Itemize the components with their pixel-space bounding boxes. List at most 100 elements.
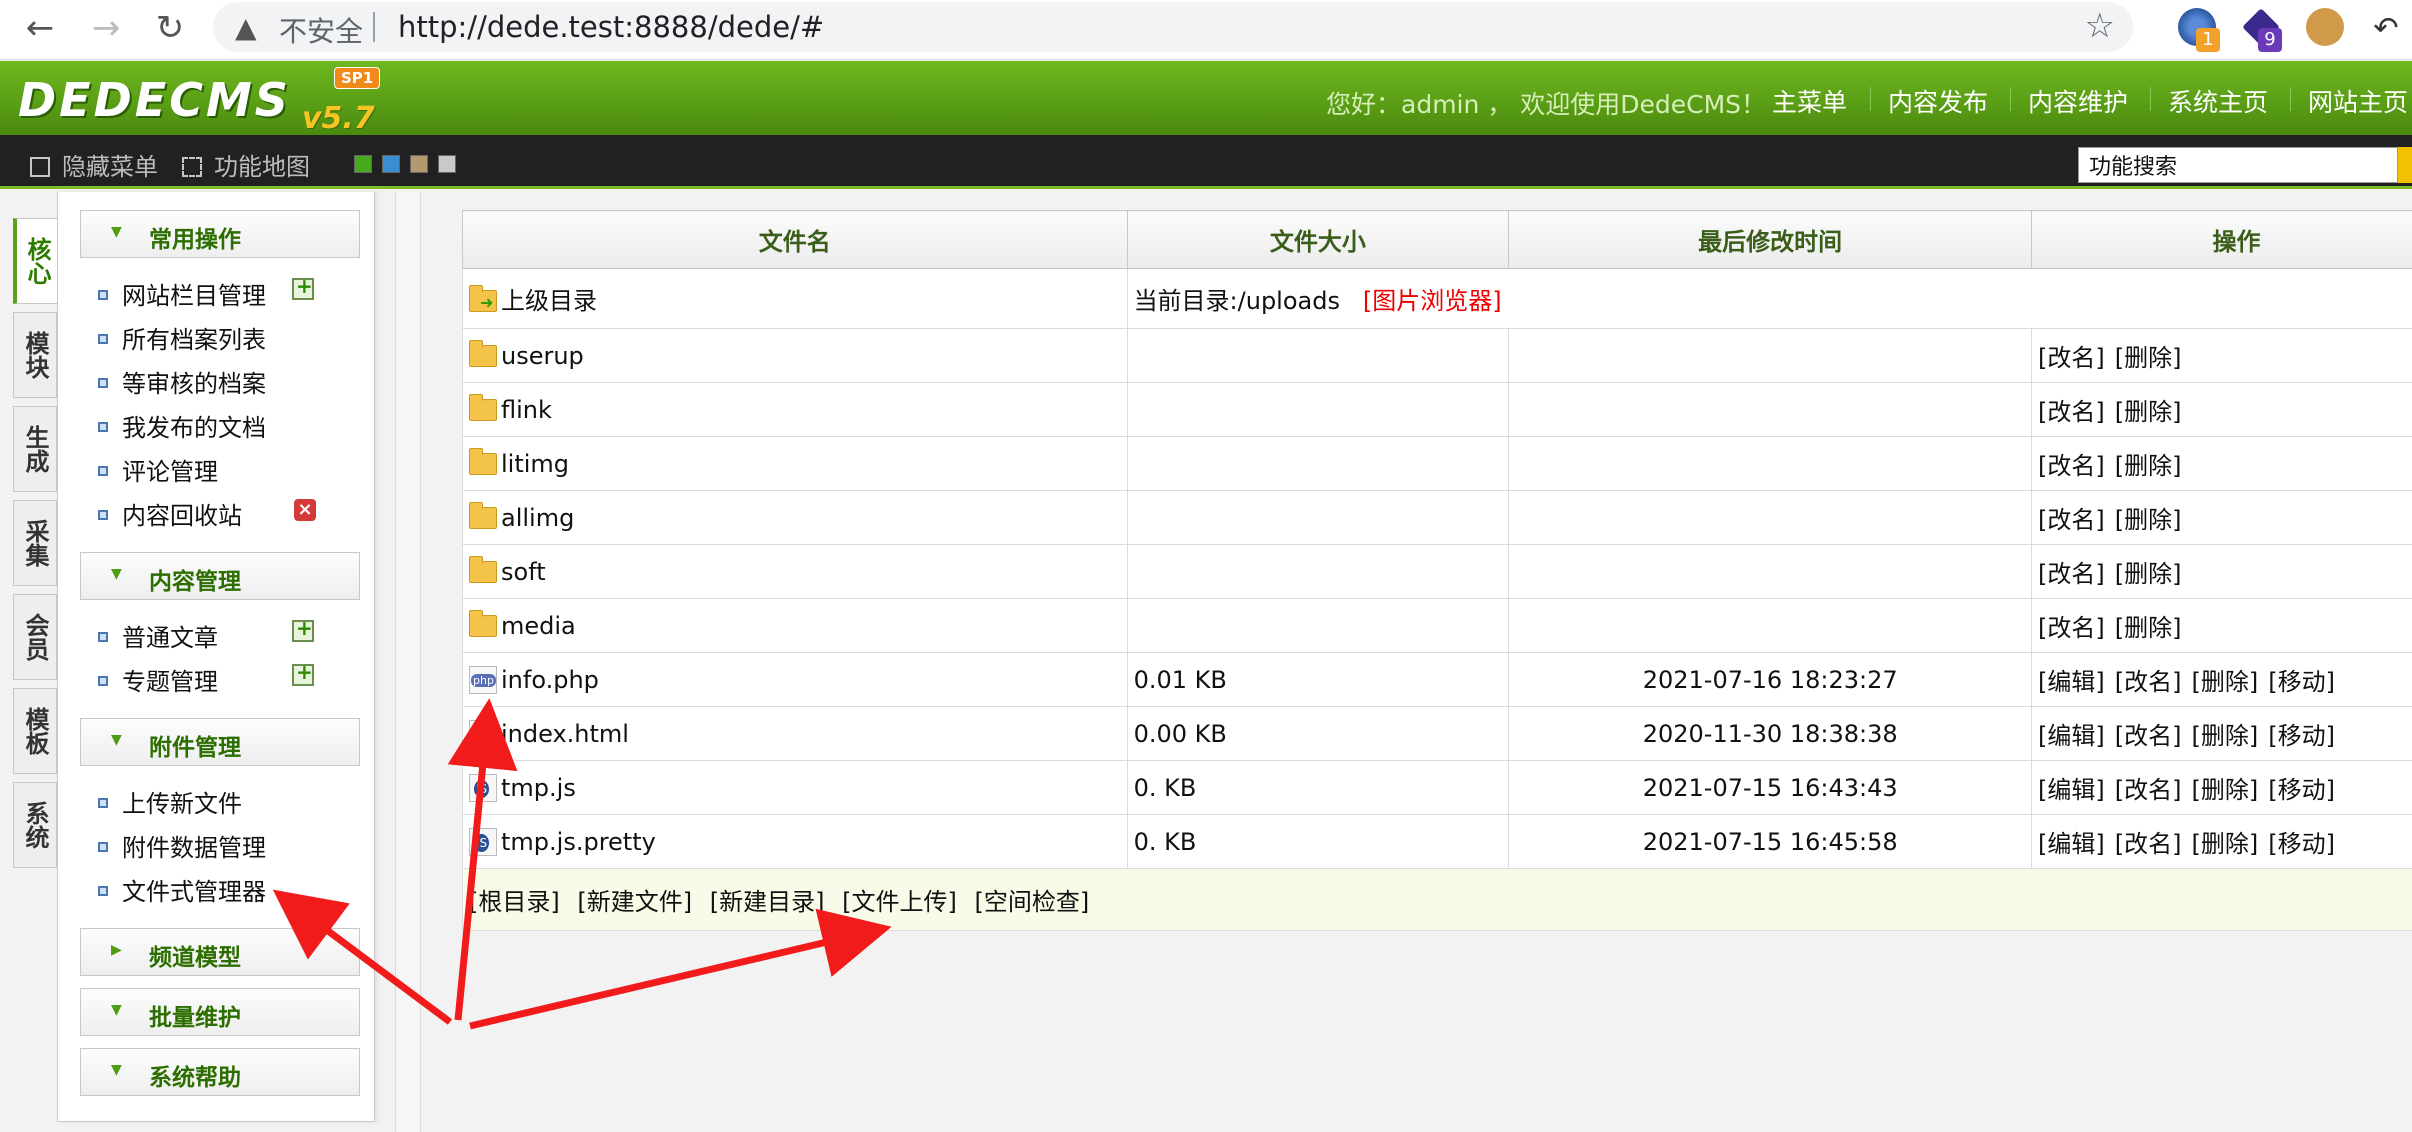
tab-member[interactable]: 会员	[13, 594, 57, 680]
nav-content-publish[interactable]: 内容发布	[1888, 83, 1988, 119]
rename-link[interactable]: [改名]	[2115, 722, 2182, 750]
undo-icon[interactable]: ↶	[2364, 6, 2408, 50]
file-name-cell[interactable]: allimg	[462, 490, 1128, 545]
file-name-cell[interactable]: userup	[462, 328, 1128, 383]
function-search-input[interactable]	[2078, 147, 2398, 183]
nav-system-home[interactable]: 系统主页	[2168, 83, 2268, 119]
delete-link[interactable]: [删除]	[2115, 398, 2182, 426]
forward-icon[interactable]: →	[84, 6, 128, 50]
menu-item-recycle-bin[interactable]: 内容回收站	[98, 496, 242, 532]
menu-section-help[interactable]: ▼ 系统帮助	[80, 1048, 360, 1096]
bookmark-star-icon[interactable]: ☆	[2085, 6, 2115, 46]
delete-link[interactable]: [删除]	[2115, 452, 2182, 480]
new-dir-link[interactable]: [新建目录]	[710, 888, 825, 916]
menu-item-upload-file[interactable]: 上传新文件	[98, 784, 242, 820]
file-name-link[interactable]: litimg	[501, 450, 569, 478]
menu-item-articles[interactable]: 普通文章	[98, 618, 218, 654]
menu-item-my-documents[interactable]: 我发布的文档	[98, 408, 266, 444]
file-name-link[interactable]: soft	[501, 558, 546, 586]
move-link[interactable]: [移动]	[2268, 830, 2335, 858]
tab-template[interactable]: 模板	[13, 688, 57, 774]
new-file-link[interactable]: [新建文件]	[577, 888, 692, 916]
skin-green-swatch[interactable]	[354, 155, 372, 173]
add-icon[interactable]	[292, 660, 314, 686]
move-link[interactable]: [移动]	[2268, 776, 2335, 804]
delete-link[interactable]: [删除]	[2192, 668, 2259, 696]
tab-system[interactable]: 系统	[13, 782, 57, 868]
move-link[interactable]: [移动]	[2268, 668, 2335, 696]
file-name-cell[interactable]: soft	[462, 544, 1128, 599]
rename-link[interactable]: [改名]	[2038, 614, 2105, 642]
file-name-cell[interactable]: litimg	[462, 436, 1128, 491]
delete-link[interactable]: [删除]	[2115, 614, 2182, 642]
rename-link[interactable]: [改名]	[2115, 668, 2182, 696]
rename-link[interactable]: [改名]	[2038, 506, 2105, 534]
edit-link[interactable]: [编辑]	[2038, 668, 2105, 696]
menu-item-pending-archives[interactable]: 等审核的档案	[98, 364, 266, 400]
search-button[interactable]	[2398, 147, 2412, 183]
tab-core[interactable]: 核心	[13, 218, 57, 304]
rename-link[interactable]: [改名]	[2038, 344, 2105, 372]
delete-link[interactable]: [删除]	[2192, 830, 2259, 858]
tab-generate[interactable]: 生成	[13, 406, 57, 492]
clear-icon[interactable]: ×	[294, 499, 316, 521]
edit-link[interactable]: [编辑]	[2038, 830, 2105, 858]
rename-link[interactable]: [改名]	[2038, 398, 2105, 426]
file-name-link[interactable]: index.html	[501, 720, 629, 748]
file-name-cell[interactable]: info.php	[462, 652, 1128, 707]
rename-link[interactable]: [改名]	[2038, 452, 2105, 480]
file-name-link[interactable]: info.php	[501, 666, 599, 694]
rename-link[interactable]: [改名]	[2115, 776, 2182, 804]
file-name-link[interactable]: flink	[501, 396, 552, 424]
function-map-button[interactable]: 功能地图	[182, 147, 310, 182]
skin-brown-swatch[interactable]	[410, 155, 428, 173]
menu-item-comments[interactable]: 评论管理	[98, 452, 218, 488]
delete-link[interactable]: [删除]	[2115, 560, 2182, 588]
tab-module[interactable]: 模块	[13, 312, 57, 398]
file-name-cell[interactable]: index.html	[462, 706, 1128, 761]
move-link[interactable]: [移动]	[2268, 722, 2335, 750]
back-icon[interactable]: ←	[18, 6, 62, 50]
edit-link[interactable]: [编辑]	[2038, 722, 2105, 750]
menu-section-batch[interactable]: ▼ 批量维护	[80, 988, 360, 1036]
file-name-cell[interactable]: tmp.js	[462, 760, 1128, 815]
menu-item-topics[interactable]: 专题管理	[98, 662, 218, 698]
root-dir-link[interactable]: [根目录]	[469, 888, 560, 916]
menu-item-column-manage[interactable]: 网站栏目管理	[98, 276, 266, 312]
menu-item-file-manager[interactable]: 文件式管理器	[98, 872, 266, 908]
edit-link[interactable]: [编辑]	[2038, 776, 2105, 804]
cookie-icon[interactable]	[2306, 8, 2344, 46]
skin-gray-swatch[interactable]	[438, 155, 456, 173]
add-icon[interactable]	[292, 616, 314, 642]
file-name-cell[interactable]: media	[462, 598, 1128, 653]
file-upload-link[interactable]: [文件上传]	[842, 888, 957, 916]
menu-section-content[interactable]: ▼ 内容管理	[80, 552, 360, 600]
url-text[interactable]: http://dede.test:8888/dede/#	[398, 10, 824, 44]
file-name-link[interactable]: allimg	[501, 504, 574, 532]
rename-link[interactable]: [改名]	[2115, 830, 2182, 858]
file-name-link[interactable]: tmp.js.pretty	[501, 828, 656, 856]
file-name-link[interactable]: userup	[501, 342, 584, 370]
address-bar[interactable]: ▲ 不安全 http://dede.test:8888/dede/# ☆	[213, 2, 2133, 52]
space-check-link[interactable]: [空间检查]	[975, 888, 1090, 916]
nav-site-home[interactable]: 网站主页	[2308, 83, 2408, 119]
menu-item-attachment-data[interactable]: 附件数据管理	[98, 828, 266, 864]
menu-section-attachments[interactable]: ▼ 附件管理	[80, 718, 360, 766]
nav-content-maintain[interactable]: 内容维护	[2028, 83, 2128, 119]
menu-item-all-archives[interactable]: 所有档案列表	[98, 320, 266, 356]
delete-link[interactable]: [删除]	[2192, 776, 2259, 804]
skin-blue-swatch[interactable]	[382, 155, 400, 173]
file-name-link[interactable]: media	[501, 612, 576, 640]
file-name-cell[interactable]: flink	[462, 382, 1128, 437]
hide-menu-button[interactable]: 隐藏菜单	[30, 147, 158, 182]
file-name-cell[interactable]: tmp.js.pretty	[462, 814, 1128, 869]
delete-link[interactable]: [删除]	[2115, 344, 2182, 372]
delete-link[interactable]: [删除]	[2115, 506, 2182, 534]
add-icon[interactable]	[292, 274, 314, 300]
rename-link[interactable]: [改名]	[2038, 560, 2105, 588]
image-browser-link[interactable]: [图片浏览器]	[1363, 287, 1502, 315]
delete-link[interactable]: [删除]	[2192, 722, 2259, 750]
tab-collect[interactable]: 采集	[13, 500, 57, 586]
menu-section-common[interactable]: ▼ 常用操作	[80, 210, 360, 258]
parent-dir-link[interactable]: 上级目录	[501, 287, 597, 315]
